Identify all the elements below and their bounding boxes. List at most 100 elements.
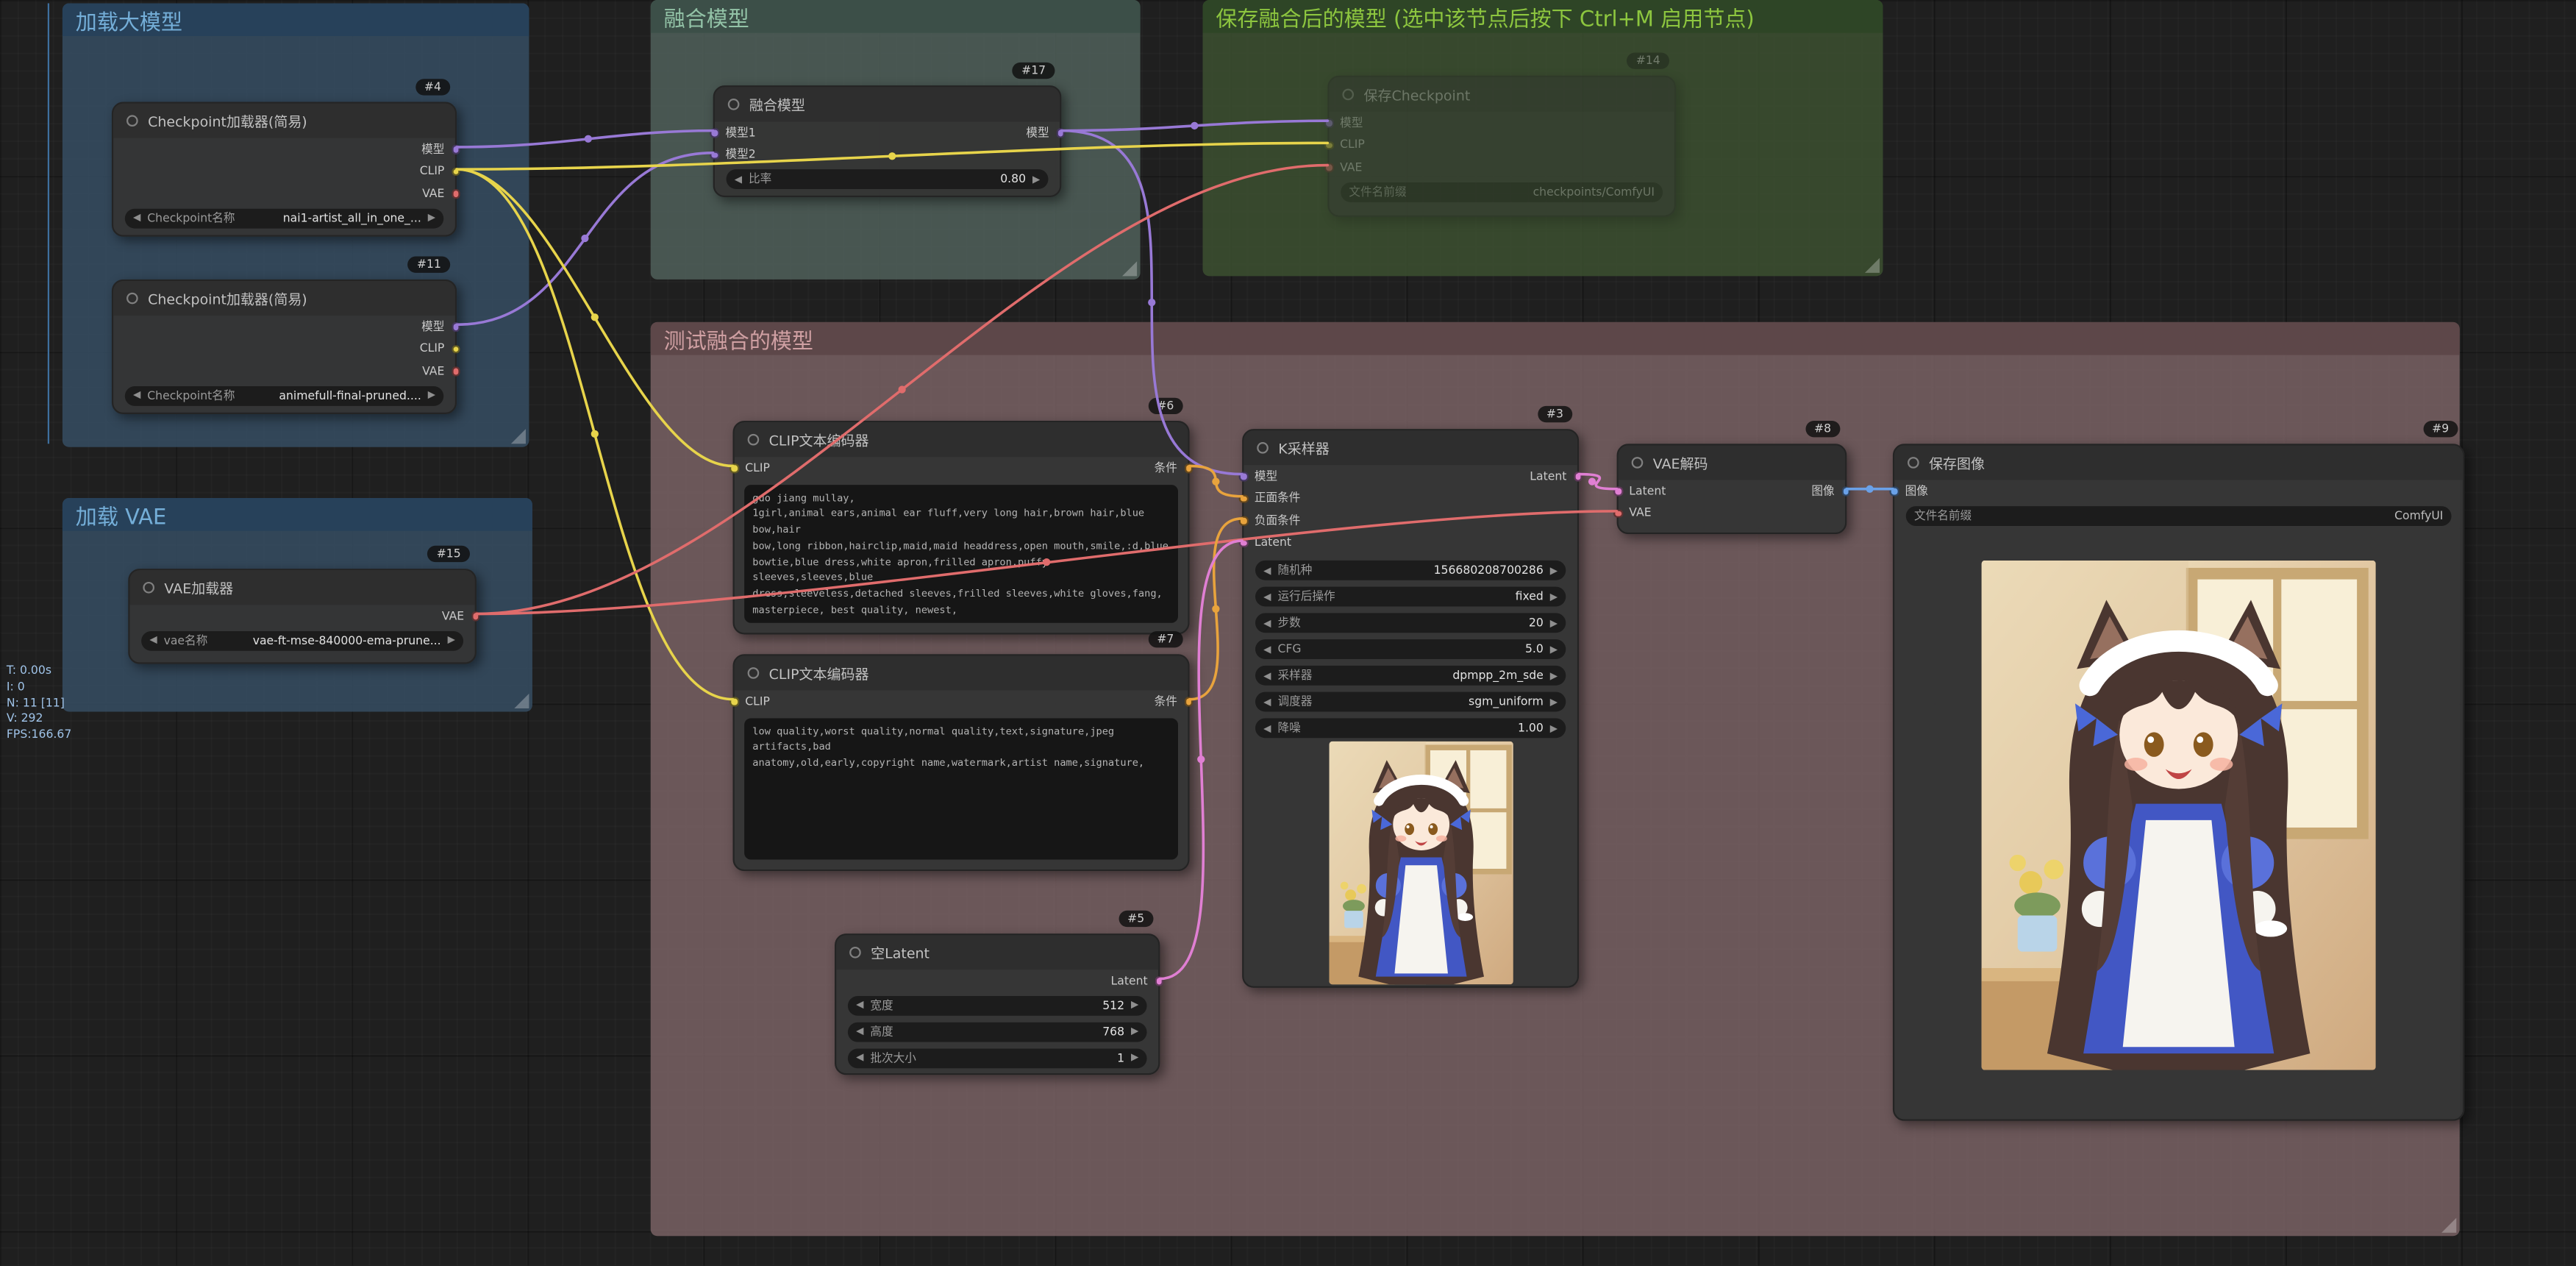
group-title-bar[interactable]: 加载 VAE (63, 498, 532, 531)
input-port-vae[interactable]: VAE (1613, 507, 1652, 520)
conditioning-port-dot[interactable] (1239, 516, 1248, 525)
collapse-dot-icon[interactable] (728, 99, 740, 110)
output-port-model[interactable]: 模型 (1026, 124, 1065, 141)
conditioning-port-dot[interactable] (1184, 463, 1193, 472)
decrement-arrow-icon[interactable]: ◀ (856, 999, 863, 1011)
latent-port-dot[interactable] (1239, 538, 1248, 547)
collapse-dot-icon[interactable] (1908, 457, 1919, 469)
node-ksampler[interactable]: #3 K采样器 模型 Latent 正面条件 负面条件 Latent ◀ 随机种… (1242, 429, 1579, 988)
model-port-dot[interactable] (710, 128, 718, 137)
input-port-positive[interactable]: 正面条件 (1239, 490, 1301, 506)
collapse-dot-icon[interactable] (1342, 89, 1354, 101)
input-port-vae[interactable]: VAE (1324, 160, 1363, 174)
collapse-dot-icon[interactable] (126, 115, 138, 127)
node-header[interactable]: Checkpoint加载器(简易) (113, 104, 455, 138)
decrement-arrow-icon[interactable]: ◀ (1263, 564, 1271, 576)
model-port-dot[interactable] (1239, 472, 1248, 480)
output-port-conditioning[interactable]: 条件 (1155, 460, 1194, 476)
input-port-latent[interactable]: Latent (1613, 485, 1666, 498)
model-port-dot[interactable] (1056, 128, 1065, 137)
image-port-dot[interactable] (1841, 486, 1850, 495)
increment-arrow-icon[interactable]: ▶ (1550, 669, 1558, 681)
node-checkpoint-loader-2[interactable]: #11 Checkpoint加载器(简易) 模型 CLIP VAE ◀ Chec… (112, 280, 457, 414)
collapse-dot-icon[interactable] (143, 582, 154, 594)
output-port-model[interactable]: 模型 (421, 141, 460, 157)
node-header[interactable]: 空Latent (836, 935, 1158, 970)
widget-height[interactable]: ◀ 高度 768 ▶ (848, 1022, 1147, 1042)
model-port-dot[interactable] (710, 150, 718, 159)
collapse-dot-icon[interactable] (748, 667, 760, 679)
input-port-clip[interactable]: CLIP (729, 461, 770, 474)
conditioning-port-dot[interactable] (1184, 697, 1193, 705)
input-port-latent[interactable]: Latent (1239, 536, 1291, 550)
increment-arrow-icon[interactable]: ▶ (1131, 1052, 1138, 1064)
latent-port-dot[interactable] (1613, 486, 1622, 495)
node-clip-encode-positive[interactable]: #6 CLIP文本编码器 CLIP 条件 guo jiang mullay, 1… (732, 421, 1189, 634)
vae-port-dot[interactable] (471, 611, 479, 620)
node-clip-encode-negative[interactable]: #7 CLIP文本编码器 CLIP 条件 low quality,worst q… (732, 654, 1189, 871)
collapse-dot-icon[interactable] (849, 947, 861, 959)
decrement-arrow-icon[interactable]: ◀ (1263, 669, 1271, 681)
increment-arrow-icon[interactable]: ▶ (1131, 1025, 1138, 1037)
node-header[interactable]: 融合模型 (715, 87, 1060, 121)
decrement-arrow-icon[interactable]: ◀ (1263, 696, 1271, 708)
positive-prompt-textarea[interactable]: guo jiang mullay, 1girl,animal ears,anim… (744, 484, 1178, 622)
latent-port-dot[interactable] (1573, 472, 1582, 480)
output-port-image[interactable]: 图像 (1811, 483, 1850, 499)
node-vae-loader[interactable]: #15 VAE加载器 VAE ◀ vae名称 vae-ft-mse-840000… (128, 569, 477, 664)
widget-control-after-generate[interactable]: ◀ 运行后操作 fixed ▶ (1255, 587, 1566, 607)
widget-ratio[interactable]: ◀ 比率 0.80 ▶ (727, 169, 1049, 189)
node-save-image[interactable]: #9 保存图像 图像 文件名前缀 ComfyUI (1893, 444, 2465, 1121)
increment-arrow-icon[interactable]: ▶ (1550, 617, 1558, 629)
node-header[interactable]: Checkpoint加载器(简易) (113, 281, 455, 316)
node-header[interactable]: VAE加载器 (130, 570, 475, 605)
collapse-dot-icon[interactable] (1257, 442, 1269, 454)
node-checkpoint-loader-1[interactable]: #4 Checkpoint加载器(简易) 模型 CLIP VAE ◀ Check… (112, 102, 457, 237)
vae-port-dot[interactable] (1324, 163, 1333, 171)
clip-port-dot[interactable] (729, 697, 738, 705)
clip-port-dot[interactable] (451, 167, 460, 176)
group-title-bar[interactable]: 保存融合后的模型 (选中该节点后按下 Ctrl+M 启用节点) (1203, 0, 1883, 33)
input-port-model[interactable]: 模型 (1324, 115, 1363, 131)
output-port-latent[interactable]: Latent (1530, 469, 1582, 483)
vae-port-dot[interactable] (451, 366, 460, 375)
decrement-arrow-icon[interactable]: ◀ (1263, 617, 1271, 629)
clip-port-dot[interactable] (1324, 141, 1333, 149)
increment-arrow-icon[interactable]: ▶ (1131, 999, 1138, 1011)
decrement-arrow-icon[interactable]: ◀ (856, 1025, 863, 1037)
increment-arrow-icon[interactable]: ▶ (1550, 591, 1558, 602)
model-port-dot[interactable] (451, 322, 460, 331)
input-port-clip[interactable]: CLIP (729, 695, 770, 708)
increment-arrow-icon[interactable]: ▶ (428, 390, 435, 402)
node-save-checkpoint[interactable]: #14 保存Checkpoint 模型 CLIP VAE 文件名前缀 check… (1327, 76, 1676, 217)
widget-width[interactable]: ◀ 宽度 512 ▶ (848, 995, 1147, 1015)
widget-checkpoint-name[interactable]: ◀ Checkpoint名称 animefull-final-pruned...… (125, 385, 443, 405)
decrement-arrow-icon[interactable]: ◀ (149, 634, 157, 646)
widget-filename-prefix[interactable]: 文件名前缀 ComfyUI (1906, 505, 2452, 525)
decrement-arrow-icon[interactable]: ◀ (856, 1052, 863, 1064)
widget-sampler-name[interactable]: ◀ 采样器 dpmpp_2m_sde ▶ (1255, 666, 1566, 686)
output-port-model[interactable]: 模型 (421, 319, 460, 335)
node-empty-latent[interactable]: #5 空Latent Latent ◀ 宽度 512 ▶ ◀ 高度 768 ▶ … (835, 934, 1160, 1075)
input-port-clip[interactable]: CLIP (1324, 138, 1365, 152)
decrement-arrow-icon[interactable]: ◀ (1263, 591, 1271, 602)
output-port-clip[interactable]: CLIP (420, 342, 460, 355)
input-port-image[interactable]: 图像 (1889, 483, 1928, 499)
model-port-dot[interactable] (1324, 118, 1333, 127)
output-port-vae[interactable]: VAE (422, 187, 460, 200)
widget-filename-prefix[interactable]: 文件名前缀 checkpoints/ComfyUI (1341, 182, 1663, 202)
widget-steps[interactable]: ◀ 步数 20 ▶ (1255, 613, 1566, 633)
group-title-bar[interactable]: 测试融合的模型 (651, 322, 2460, 355)
conditioning-port-dot[interactable] (1239, 494, 1248, 502)
collapse-dot-icon[interactable] (748, 434, 760, 446)
decrement-arrow-icon[interactable]: ◀ (133, 212, 140, 224)
node-header[interactable]: CLIP文本编码器 (735, 655, 1188, 690)
output-port-clip[interactable]: CLIP (420, 165, 460, 178)
input-port-negative[interactable]: 负面条件 (1239, 513, 1301, 529)
node-header[interactable]: CLIP文本编码器 (735, 422, 1188, 457)
negative-prompt-textarea[interactable]: low quality,worst quality,normal quality… (744, 717, 1178, 858)
node-header[interactable]: VAE解码 (1619, 445, 1845, 480)
group-title-bar[interactable]: 融合模型 (651, 0, 1141, 33)
widget-cfg[interactable]: ◀ CFG 5.0 ▶ (1255, 639, 1566, 659)
node-vae-decode[interactable]: #8 VAE解码 Latent 图像 VAE (1617, 444, 1847, 534)
